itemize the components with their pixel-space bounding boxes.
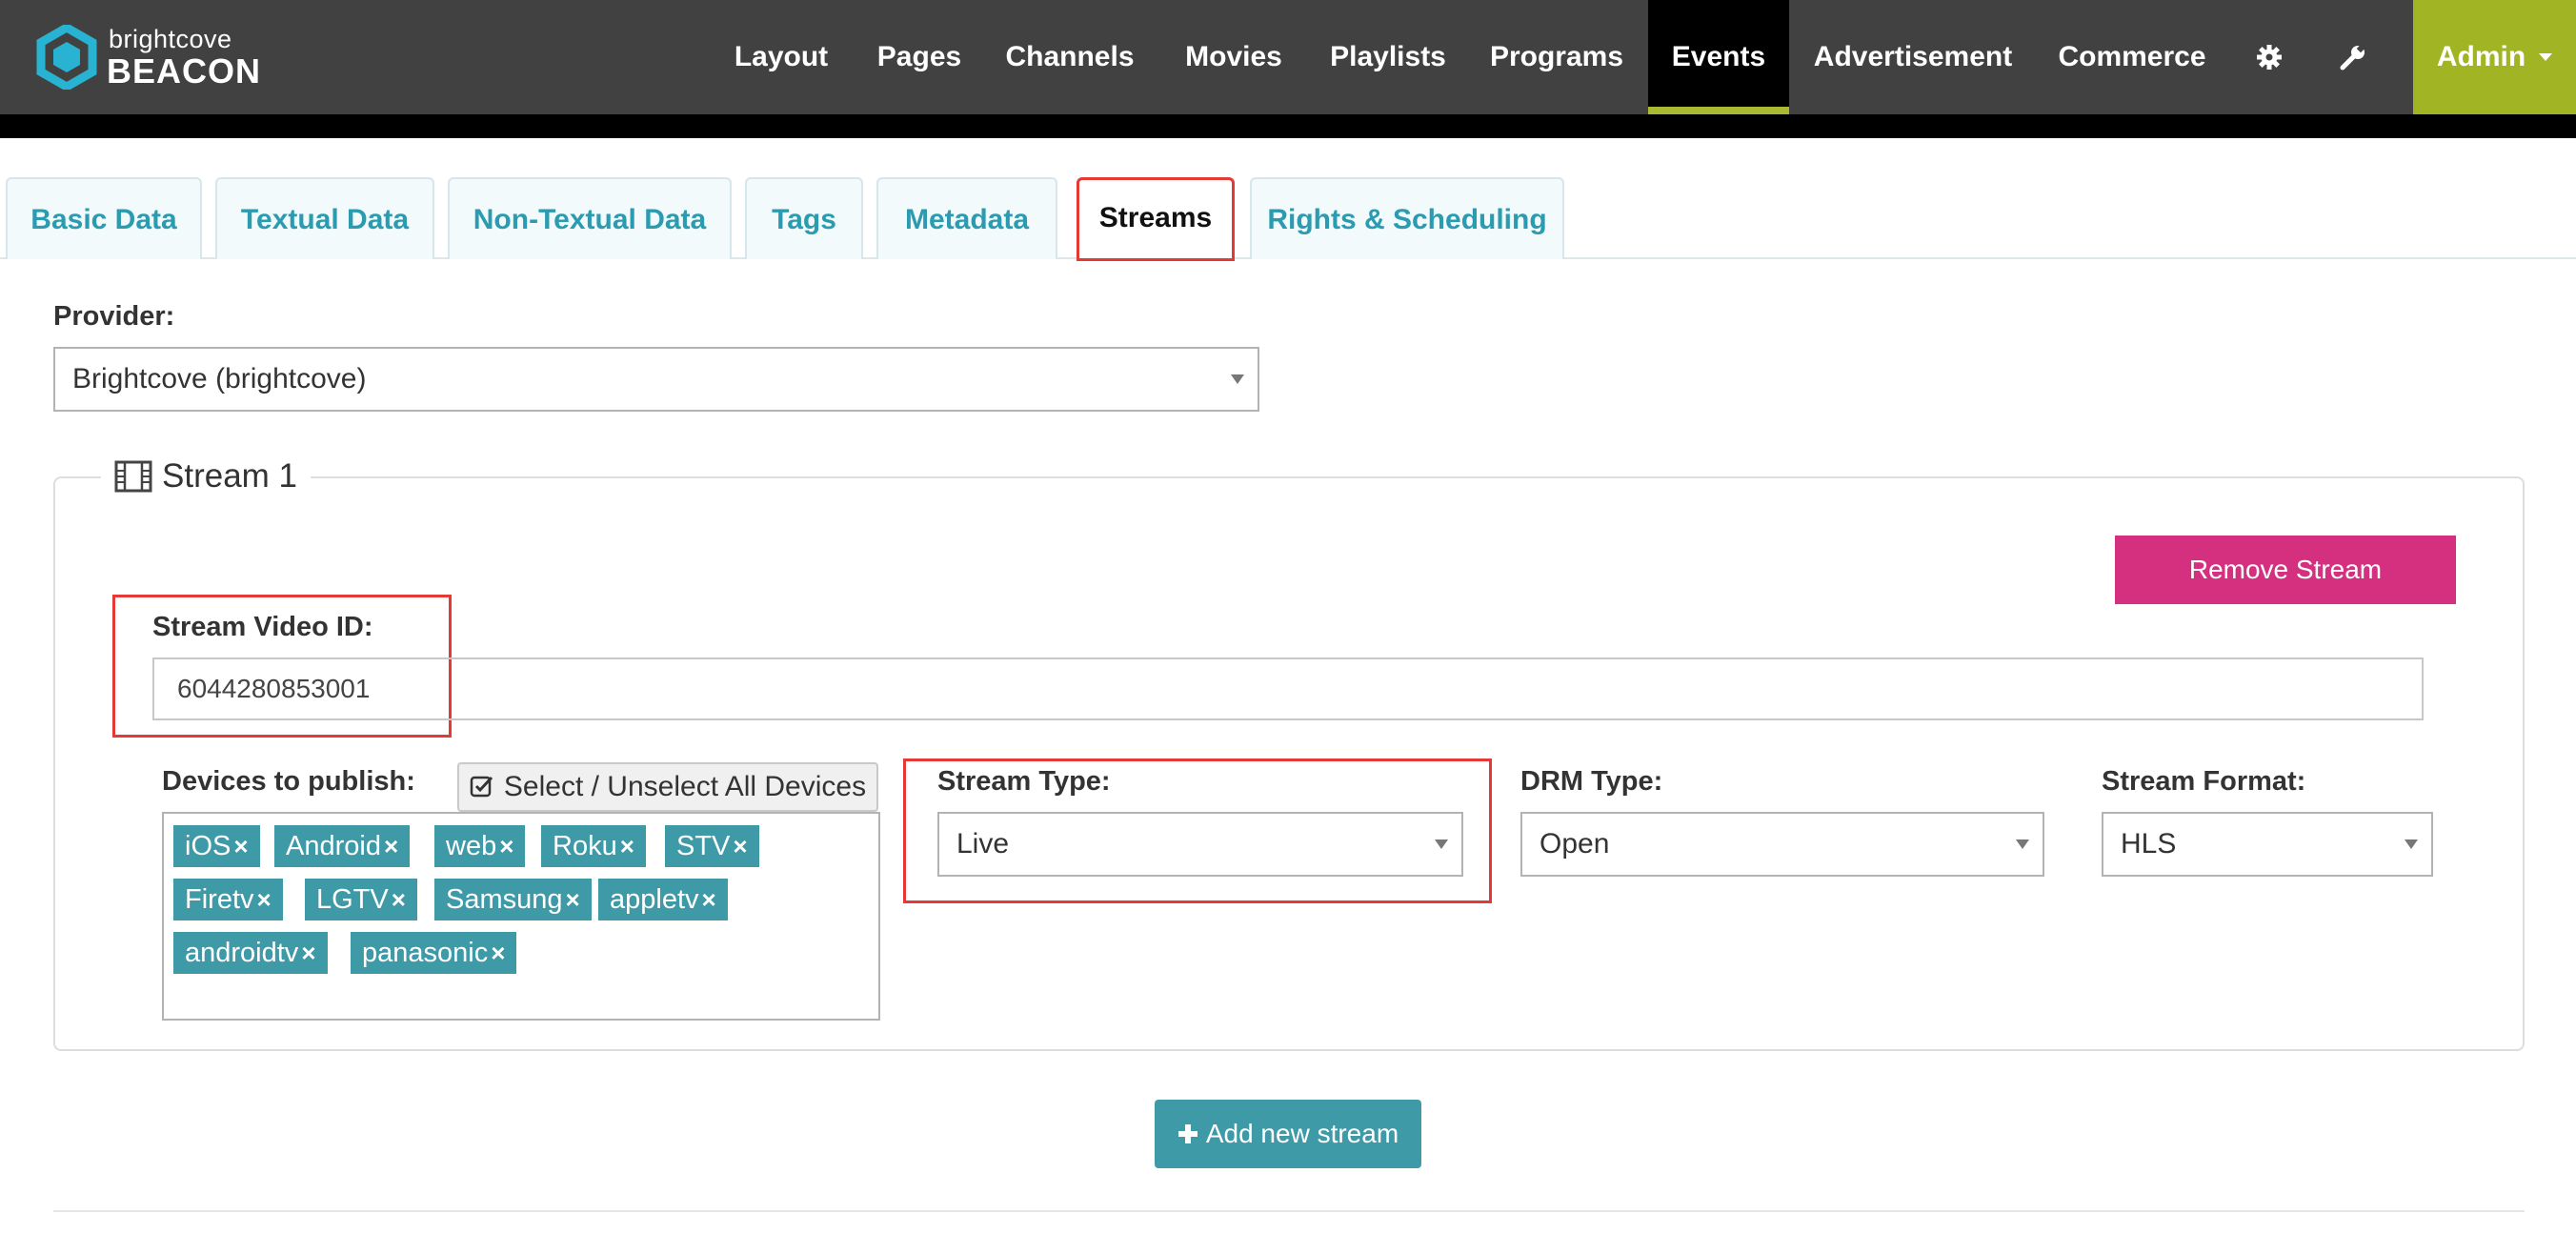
device-chip-label: appletv [610,884,699,915]
admin-user-menu[interactable]: Admin [2413,0,2576,114]
nav-item-layout[interactable]: Layout [724,0,838,114]
plus-icon [1177,1124,1197,1143]
device-chip-web[interactable]: web × [434,825,526,867]
device-chip-appletv[interactable]: appletv × [598,879,728,920]
select-unselect-all-devices-button[interactable]: Select / Unselect All Devices [457,762,878,812]
film-icon [114,460,152,493]
logo-text-brightcove: brightcove [109,25,232,53]
tab-rights-scheduling[interactable]: Rights & Scheduling [1250,177,1564,259]
provider-selected-value: Brightcove (brightcove) [72,363,367,394]
device-chip-label: STV [676,831,731,861]
section-divider [53,1210,2525,1212]
header-divider-strip [0,114,2576,138]
checkbox-checked-icon [470,776,493,798]
add-new-stream-button[interactable]: Add new stream [1155,1100,1421,1168]
nav-item-programs[interactable]: Programs [1479,0,1635,114]
device-chip-label: web [446,831,497,861]
remove-x-icon[interactable]: × [702,885,716,914]
device-chip-label: Android [286,831,381,861]
drm-type-label: DRM Type: [1520,766,1663,797]
remove-x-icon[interactable]: × [491,939,505,967]
device-chip-label: Firetv [185,884,254,915]
remove-x-icon[interactable]: × [301,939,315,967]
remove-x-icon[interactable]: × [620,832,634,860]
drm-type-selected-value: Open [1540,828,1610,860]
stream-video-id-input[interactable]: 6044280853001 [152,657,2424,720]
brightcove-beacon-logo[interactable]: brightcove BEACON [34,25,282,91]
remove-x-icon[interactable]: × [733,832,747,860]
gear-icon [2257,45,2282,70]
nav-item-commerce[interactable]: Commerce [2048,0,2216,114]
device-chip-label: Samsung [446,884,563,915]
remove-x-icon[interactable]: × [566,885,580,914]
device-chip-label: androidtv [185,938,299,968]
device-chip-firetv[interactable]: Firetv × [173,879,283,920]
provider-select[interactable]: Brightcove (brightcove) [53,347,1259,412]
device-chip-roku[interactable]: Roku × [541,825,646,867]
remove-x-icon[interactable]: × [233,832,248,860]
nav-item-channels[interactable]: Channels [1002,0,1137,114]
remove-x-icon[interactable]: × [384,832,398,860]
tab-tags[interactable]: Tags [745,177,863,259]
device-chip-androidtv[interactable]: androidtv × [173,932,328,974]
caret-down-icon [2539,53,2553,61]
settings-gear-button[interactable] [2250,0,2288,114]
wrench-icon [2340,44,2365,71]
add-new-stream-label: Add new stream [1205,1119,1399,1148]
device-chip-ios[interactable]: iOS × [173,825,260,867]
admin-label: Admin [2436,41,2526,72]
stream-type-select[interactable]: Live [937,812,1463,877]
dropdown-arrow-icon [1231,374,1244,384]
dropdown-arrow-icon [2016,839,2029,849]
device-chip-android[interactable]: Android × [274,825,411,867]
top-navigation-bar: brightcove BEACON Layout Pages Channels … [0,0,2576,114]
stream-video-id-label: Stream Video ID: [152,612,373,642]
tab-non-textual-data[interactable]: Non-Textual Data [448,177,732,259]
device-chip-label: panasonic [362,938,489,968]
dropdown-arrow-icon [2405,839,2418,849]
remove-x-icon[interactable]: × [257,885,272,914]
device-chip-panasonic[interactable]: panasonic × [351,932,517,974]
remove-x-icon[interactable]: × [392,885,406,914]
device-chip-label: Roku [553,831,617,861]
nav-item-advertisement[interactable]: Advertisement [1808,0,2018,114]
stream-type-label: Stream Type: [937,766,1111,797]
logo-text-beacon: BEACON [107,51,262,91]
devices-to-publish-label: Devices to publish: [162,766,415,797]
provider-label: Provider: [53,301,175,332]
stream-legend: Stream 1 [101,457,311,496]
tab-textual-data[interactable]: Textual Data [215,177,434,259]
stream-format-selected-value: HLS [2121,828,2177,860]
nav-item-playlists[interactable]: Playlists [1328,0,1448,114]
select-all-label: Select / Unselect All Devices [503,771,867,802]
stream-format-label: Stream Format: [2102,766,2306,797]
tab-basic-data[interactable]: Basic Data [6,177,202,259]
drm-type-select[interactable]: Open [1520,812,2044,877]
hexagon-logo-icon [36,25,97,90]
tab-metadata[interactable]: Metadata [876,177,1057,259]
devices-multiselect[interactable]: iOS × Android × web × Roku × STV × Firetv × LG… [162,812,880,1021]
nav-item-events[interactable]: Events [1648,0,1789,114]
nav-item-pages[interactable]: Pages [867,0,972,114]
tools-wrench-button[interactable] [2334,0,2372,114]
dropdown-arrow-icon [1435,839,1448,849]
stream-format-select[interactable]: HLS [2102,812,2433,877]
stream-type-selected-value: Live [956,828,1010,860]
device-chip-label: LGTV [316,884,389,915]
device-chip-lgtv[interactable]: LGTV × [305,879,417,920]
nav-item-movies[interactable]: Movies [1170,0,1298,114]
device-chip-stv[interactable]: STV × [665,825,759,867]
device-chip-label: iOS [185,831,231,861]
remove-stream-button[interactable]: Remove Stream [2115,536,2456,604]
remove-x-icon[interactable]: × [499,832,513,860]
stream-legend-text: Stream 1 [162,457,297,495]
device-chip-samsung[interactable]: Samsung × [434,879,592,920]
tab-streams[interactable]: Streams [1077,177,1235,261]
